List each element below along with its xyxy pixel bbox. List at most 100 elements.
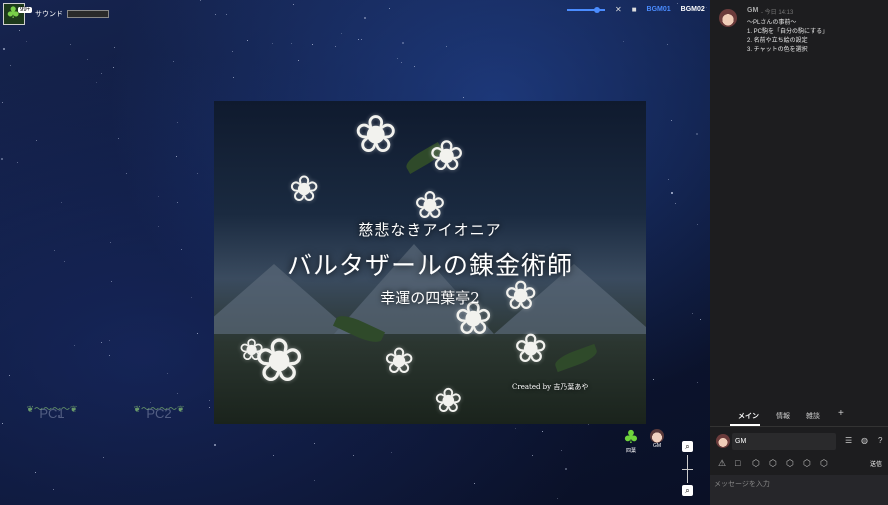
star	[358, 39, 359, 40]
tab-main[interactable]: メイン	[738, 411, 759, 421]
star	[19, 30, 20, 31]
dice-icon[interactable]: ⬡	[752, 458, 760, 469]
sound-label: サウンド	[35, 11, 63, 18]
clover-icon: ♣	[622, 427, 640, 448]
star	[10, 65, 11, 66]
avatar	[719, 9, 737, 27]
pc1-placeholder[interactable]: ❦〜〜〜〜❦ PC1	[9, 396, 95, 422]
volume-slider-knob[interactable]	[594, 6, 601, 13]
magnifier-icon: ⌕	[685, 442, 690, 451]
star	[515, 428, 516, 429]
star	[214, 444, 216, 446]
star	[353, 455, 354, 456]
star	[314, 480, 315, 481]
title-subtitle-top: 慈悲なきアイオニア	[358, 221, 502, 239]
dice-icon[interactable]: ⬡	[820, 458, 828, 469]
mute-icon[interactable]: ✕	[615, 5, 622, 14]
star	[103, 457, 104, 458]
bgm-controls: ✕ ■ BGM01 BGM02	[567, 5, 705, 14]
star	[36, 140, 37, 141]
magnifier-icon: ⌕	[685, 486, 690, 495]
star	[706, 7, 707, 8]
lily-flower: ❀	[434, 381, 463, 421]
bgm01-button[interactable]: BGM01	[647, 6, 671, 13]
star	[361, 39, 362, 40]
gm-piece[interactable]: GM	[647, 429, 667, 453]
star	[273, 455, 274, 456]
star	[389, 8, 390, 9]
square-icon[interactable]: □	[735, 458, 740, 468]
star	[1, 158, 3, 160]
star	[167, 373, 168, 374]
star	[675, 203, 676, 204]
star	[314, 443, 315, 444]
zoom-in-button[interactable]: ⌕	[682, 441, 693, 452]
tab-chat[interactable]: 雑談	[806, 411, 820, 421]
star	[173, 61, 174, 62]
zoom-out-button[interactable]: ⌕	[682, 485, 693, 496]
send-button[interactable]: 送信	[870, 459, 882, 468]
star	[671, 120, 672, 121]
zoom-slider-handle[interactable]	[682, 469, 693, 470]
lily-flower: ❀	[289, 169, 320, 210]
star	[177, 393, 178, 394]
star	[114, 47, 115, 48]
pc2-placeholder[interactable]: ❦〜〜〜〜❦ PC2	[116, 396, 202, 422]
chat-message: GM - 今日 14:13 〜PLさんの事前〜 1. PC駒を「自分の駒にする」…	[710, 0, 888, 70]
star	[209, 407, 210, 408]
gm-piece-label: GM	[652, 443, 662, 449]
warning-icon[interactable]: ⚠	[718, 458, 726, 469]
star	[561, 450, 562, 451]
star	[109, 355, 110, 356]
star	[463, 97, 464, 98]
star	[215, 14, 216, 15]
star	[565, 468, 567, 470]
palette-icon[interactable]: ◍	[861, 436, 868, 445]
star	[446, 46, 447, 47]
clover-piece[interactable]: ♣ 四葉	[620, 427, 642, 455]
star	[677, 3, 678, 4]
dice-icon[interactable]: ⬡	[803, 458, 811, 469]
active-tab-indicator	[730, 424, 760, 426]
sender-name-field[interactable]: GM	[732, 433, 836, 450]
star	[118, 138, 119, 139]
star	[101, 342, 102, 343]
tab-info[interactable]: 情報	[776, 411, 790, 421]
title-card-image: ❀ ❀ ❀ ❀ ❀ ❀ ❀ ❀ ❀ ❀ ❀ 慈悲なきアイオニア バルタザールの錬…	[214, 101, 646, 424]
volume-slider[interactable]	[567, 6, 605, 13]
star	[293, 4, 294, 5]
dice-icon[interactable]: ⬡	[786, 458, 794, 469]
star	[101, 73, 102, 74]
star	[64, 261, 65, 262]
stop-icon[interactable]: ■	[632, 5, 637, 14]
star	[191, 297, 192, 298]
chat-tabs: メイン 情報 雑談 +	[710, 404, 888, 427]
list-icon[interactable]: ☰	[845, 436, 852, 445]
star	[70, 44, 71, 45]
game-board[interactable]: ♣ 99+ サウンド ✕ ■ BGM01 BGM02 ❀ ❀ ❀ ❀ ❀ ❀ ❀…	[0, 0, 710, 505]
star	[232, 51, 233, 52]
message-input[interactable]: メッセージを入力	[710, 475, 888, 505]
star	[74, 345, 75, 346]
message-input-placeholder: メッセージを入力	[714, 481, 770, 488]
star	[110, 242, 111, 243]
star	[364, 17, 366, 19]
message-time: - 今日 14:13	[761, 10, 794, 16]
sender-row: GM ☰ ◍ ?	[710, 430, 888, 454]
pc2-label: PC2	[146, 406, 172, 421]
star	[291, 43, 292, 44]
star	[26, 41, 27, 42]
bgm02-button[interactable]: BGM02	[681, 6, 705, 13]
help-icon[interactable]: ?	[878, 436, 882, 445]
leaf-shape	[552, 343, 600, 373]
dice-icon[interactable]: ⬡	[769, 458, 777, 469]
chat-panel: GM - 今日 14:13 〜PLさんの事前〜 1. PC駒を「自分の駒にする」…	[710, 0, 888, 505]
star	[35, 472, 36, 473]
avatar[interactable]	[716, 434, 730, 448]
star	[391, 452, 392, 453]
star	[181, 249, 182, 250]
sound-volume-bar[interactable]	[67, 10, 109, 18]
room-icon[interactable]: ♣ 99+	[3, 3, 33, 25]
add-tab-button[interactable]: +	[838, 408, 844, 419]
star	[668, 179, 669, 180]
